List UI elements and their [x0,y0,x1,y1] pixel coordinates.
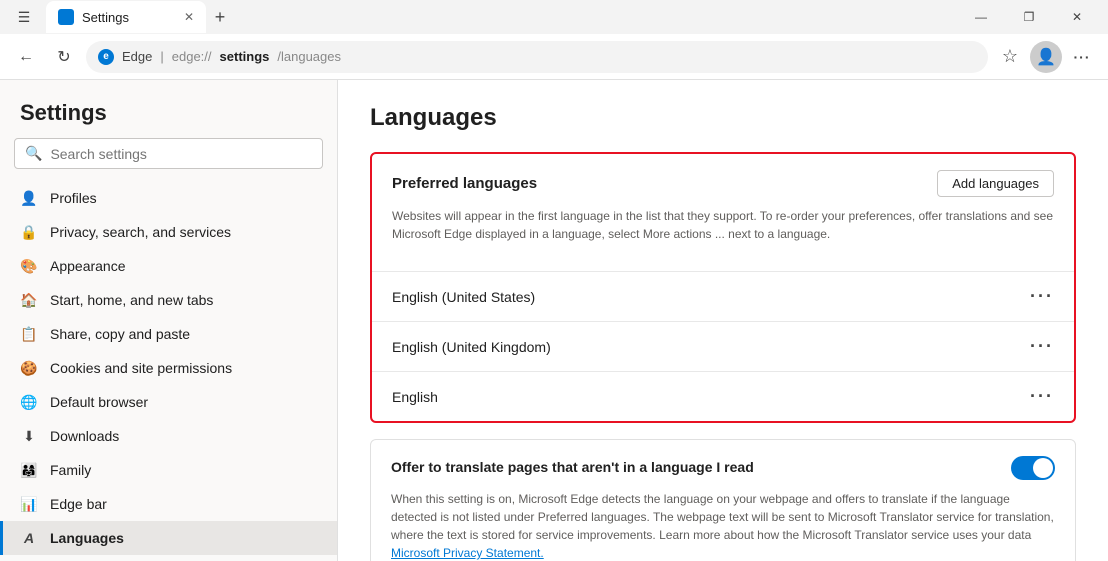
sidebar-item-edge-bar[interactable]: 📊 Edge bar [0,487,337,521]
language-row-2: English ··· [372,371,1074,421]
sidebar-item-downloads[interactable]: ⬇ Downloads [0,419,337,453]
languages-icon: A [20,529,38,547]
translate-toggle[interactable] [1011,456,1055,480]
translate-section: Offer to translate pages that aren't in … [370,439,1076,561]
translate-header: Offer to translate pages that aren't in … [391,456,1055,480]
sidebar-item-label: Start, home, and new tabs [50,292,213,308]
language-name: English [392,389,438,405]
search-box[interactable]: 🔍 [14,138,323,169]
sidebar-item-label: Languages [50,530,124,546]
toggle-thumb [1033,458,1053,478]
nav-bar: ← ↻ e Edge | edge:// settings/languages ☆… [0,34,1108,80]
section-header: Preferred languages Add languages [392,170,1054,197]
tab-close-button[interactable]: ✕ [184,10,194,24]
favorites-button[interactable]: ☆ [994,41,1026,73]
close-button[interactable]: ✕ [1054,1,1100,33]
sidebar-toggle[interactable]: ☰ [8,1,40,33]
address-suffix: /languages [277,49,341,64]
sidebar-item-languages[interactable]: A Languages [0,521,337,555]
window-controls: — ❐ ✕ [958,1,1100,33]
translate-title: Offer to translate pages that aren't in … [391,458,754,478]
profile-button[interactable]: 👤 [1030,41,1062,73]
title-bar-left: ☰ [8,1,40,33]
language-row-1: English (United Kingdom) ··· [372,321,1074,371]
language-row-0: English (United States) ··· [372,271,1074,321]
minimize-button[interactable]: — [958,1,1004,33]
refresh-button[interactable]: ↻ [48,41,80,73]
preferred-languages-desc: Websites will appear in the first langua… [392,207,1054,243]
new-tab-button[interactable]: + [206,3,234,31]
sidebar-item-label: Edge bar [50,496,107,512]
edge-bar-icon: 📊 [20,495,38,513]
sidebar-item-label: Share, copy and paste [50,326,190,342]
main-layout: Settings 🔍 👤 Profiles 🔒 Privacy, search,… [0,80,1108,561]
profiles-icon: 👤 [20,189,38,207]
language-more-button-1[interactable]: ··· [1030,336,1054,357]
sidebar-item-profiles[interactable]: 👤 Profiles [0,181,337,215]
content-area: Languages Preferred languages Add langua… [338,80,1108,561]
sidebar-item-label: Privacy, search, and services [50,224,231,240]
address-bold: settings [220,49,270,64]
start-home-icon: 🏠 [20,291,38,309]
settings-more-button[interactable]: ··· [1066,41,1098,73]
sidebar-item-label: Downloads [50,428,119,444]
tab-favicon [58,9,74,25]
privacy-statement-link[interactable]: Microsoft Privacy Statement. [391,546,544,560]
family-icon: 👨‍👩‍👧 [20,461,38,479]
sidebar-item-label: Family [50,462,91,478]
address-bar[interactable]: e Edge | edge:// settings/languages [86,41,988,73]
tab-bar: Settings ✕ + [46,1,952,33]
sidebar-item-share[interactable]: 📋 Share, copy and paste [0,317,337,351]
language-name: English (United States) [392,289,535,305]
language-more-button-2[interactable]: ··· [1030,386,1054,407]
back-button[interactable]: ← [10,41,42,73]
address-edge-label: Edge [122,49,152,64]
title-bar: ☰ Settings ✕ + — ❐ ✕ [0,0,1108,34]
address-prefix: edge:// [172,49,212,64]
nav-right-controls: ☆ 👤 ··· [994,41,1098,73]
downloads-icon: ⬇ [20,427,38,445]
sidebar-item-label: Appearance [50,258,126,274]
sidebar-item-label: Profiles [50,190,97,206]
sidebar-item-default-browser[interactable]: 🌐 Default browser [0,385,337,419]
address-separator: | [160,49,163,64]
section-inner: Preferred languages Add languages Websit… [372,154,1074,271]
active-tab[interactable]: Settings ✕ [46,1,206,33]
privacy-icon: 🔒 [20,223,38,241]
edge-logo: e [98,49,114,65]
language-more-button-0[interactable]: ··· [1030,286,1054,307]
sidebar-item-family[interactable]: 👨‍👩‍👧 Family [0,453,337,487]
nav-items: 👤 Profiles 🔒 Privacy, search, and servic… [0,177,337,561]
sidebar-item-appearance[interactable]: 🎨 Appearance [0,249,337,283]
sidebar-item-start-home[interactable]: 🏠 Start, home, and new tabs [0,283,337,317]
sidebar-item-privacy[interactable]: 🔒 Privacy, search, and services [0,215,337,249]
maximize-button[interactable]: ❐ [1006,1,1052,33]
language-name: English (United Kingdom) [392,339,551,355]
share-icon: 📋 [20,325,38,343]
page-title: Languages [370,104,1076,132]
search-input[interactable] [50,146,312,162]
sidebar-item-label: Cookies and site permissions [50,360,232,376]
translate-description: When this setting is on, Microsoft Edge … [391,490,1055,561]
add-languages-button[interactable]: Add languages [937,170,1054,197]
sidebar-item-label: Default browser [50,394,148,410]
tab-title: Settings [82,10,129,25]
preferred-languages-title: Preferred languages [392,175,537,192]
preferred-languages-section: Preferred languages Add languages Websit… [370,152,1076,423]
cookies-icon: 🍪 [20,359,38,377]
translate-desc-text: When this setting is on, Microsoft Edge … [391,492,1054,542]
sidebar-title: Settings [0,92,337,138]
sidebar: Settings 🔍 👤 Profiles 🔒 Privacy, search,… [0,80,338,561]
sidebar-item-printers[interactable]: 🖨 Printers [0,555,337,561]
sidebar-item-cookies[interactable]: 🍪 Cookies and site permissions [0,351,337,385]
default-browser-icon: 🌐 [20,393,38,411]
appearance-icon: 🎨 [20,257,38,275]
search-icon: 🔍 [25,145,42,162]
